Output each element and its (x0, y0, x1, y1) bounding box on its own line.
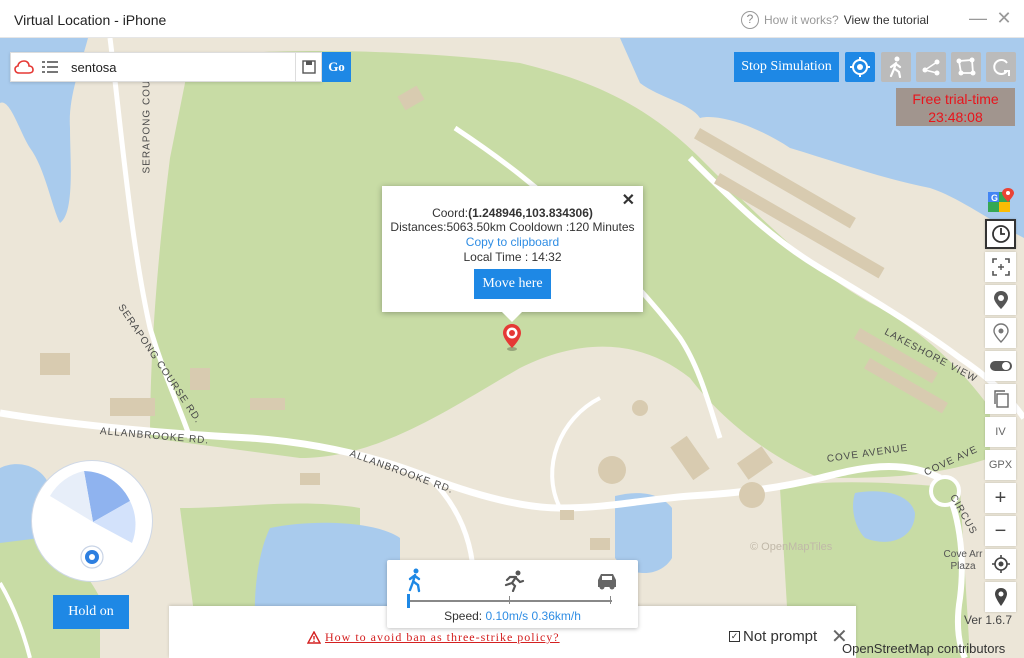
speed-ms: 0.10m/s (485, 609, 529, 623)
speed-slider-tick-mid (509, 596, 510, 604)
help-question-icon[interactable]: ? (741, 11, 759, 29)
pin-outline-icon[interactable] (985, 318, 1016, 348)
search-bar (10, 52, 322, 82)
help-question-text[interactable]: How it works? (764, 13, 839, 27)
popup-close-button[interactable]: ✕ (622, 190, 635, 210)
zoom-out-button[interactable]: − (985, 516, 1016, 546)
coord-line: Coord:(1.248946,103.834306) (382, 206, 643, 220)
crop-center-icon[interactable] (985, 252, 1016, 282)
speed-slider-tick-end (610, 596, 611, 604)
copy-to-clipboard-link[interactable]: Copy to clipboard (382, 235, 643, 250)
history-clock-icon[interactable] (985, 219, 1016, 249)
ban-policy-text[interactable]: How to avoid ban as three-strike policy? (325, 630, 560, 645)
pin-location-icon[interactable] (985, 285, 1016, 315)
walk-speed-icon[interactable] (405, 568, 425, 594)
help-area: ? How it works? View the tutorial (741, 11, 929, 29)
trial-time-label: Free trial-time (912, 91, 999, 107)
joystick-mode-icon[interactable] (986, 52, 1016, 82)
walk-mode-icon[interactable] (881, 52, 911, 82)
save-icon[interactable] (295, 53, 321, 81)
close-button[interactable]: ✕ (994, 8, 1014, 29)
drive-speed-icon[interactable] (595, 572, 619, 590)
toggle-icon[interactable] (985, 351, 1016, 381)
openmaptiles-credit: © OpenMapTiles (750, 541, 833, 553)
not-prompt-checkbox[interactable]: ✓ Not prompt (729, 628, 817, 645)
trial-time-badge: Free trial-time 23:48:08 (896, 88, 1015, 126)
speed-readout: Speed: 0.10m/s 0.36km/h (387, 609, 638, 623)
two-spot-mode-icon[interactable] (916, 52, 946, 82)
stop-simulation-button[interactable]: Stop Simulation (734, 52, 839, 82)
google-maps-icon[interactable]: G (985, 186, 1016, 216)
place-label: Cove Arr Plaza (943, 549, 983, 572)
go-button[interactable]: Go (322, 52, 351, 82)
title-bar: Virtual Location - iPhone ? How it works… (0, 0, 1024, 38)
speed-panel: Speed: 0.10m/s 0.36km/h (387, 560, 638, 628)
joystick-sector-icon (50, 471, 136, 569)
marker-icon[interactable] (985, 582, 1016, 612)
local-time-line: Local Time : 14:32 (463, 250, 562, 264)
move-here-button[interactable]: Move here (474, 269, 551, 299)
locate-me-icon[interactable] (985, 549, 1016, 579)
teleport-mode-icon[interactable] (845, 52, 875, 82)
window-title: Virtual Location - iPhone (14, 12, 167, 28)
iv-button[interactable]: IV (985, 417, 1016, 447)
copy-icon[interactable] (985, 384, 1016, 414)
not-prompt-label: Not prompt (743, 628, 818, 645)
checkbox-checked-icon[interactable]: ✓ (729, 631, 740, 642)
right-toolbar: G IV GPX + − (985, 186, 1016, 615)
speed-kmh: 0.36km/h (531, 609, 581, 623)
location-popup: ✕ Coord:(1.248946,103.834306) Distances:… (382, 186, 643, 322)
cloud-icon[interactable] (11, 53, 37, 81)
multi-spot-mode-icon[interactable] (951, 52, 981, 82)
warning-icon (307, 631, 321, 644)
svg-text:G: G (991, 193, 998, 203)
zoom-in-button[interactable]: + (985, 483, 1016, 513)
search-input[interactable] (63, 53, 295, 81)
coord-value: (1.248946,103.834306) (468, 206, 593, 220)
gpx-button[interactable]: GPX (985, 450, 1016, 480)
coord-prefix: Coord: (432, 206, 469, 220)
list-icon[interactable] (37, 53, 63, 81)
tutorial-link[interactable]: View the tutorial (844, 13, 929, 27)
run-speed-icon[interactable] (501, 570, 525, 592)
distance-line: Distances:5063.50km Cooldown :120 Minute… (390, 220, 635, 234)
direction-joystick[interactable] (31, 460, 153, 582)
ban-policy-link[interactable]: How to avoid ban as three-strike policy? (307, 630, 560, 645)
hold-on-button[interactable]: Hold on (53, 595, 129, 629)
speed-slider-handle[interactable] (407, 594, 410, 608)
version-label: Ver 1.6.7 (964, 613, 1013, 627)
map-view[interactable]: SERAPONG COURSE SERAPONG COURSE RD. ALLA… (0, 38, 1024, 658)
minimize-button[interactable]: — (968, 8, 988, 29)
osm-credit: OpenStreetMap contributors (842, 641, 1006, 656)
location-marker-icon[interactable] (500, 322, 524, 352)
speed-label: Speed: (444, 609, 483, 623)
trial-time-value: 23:48:08 (928, 109, 983, 125)
